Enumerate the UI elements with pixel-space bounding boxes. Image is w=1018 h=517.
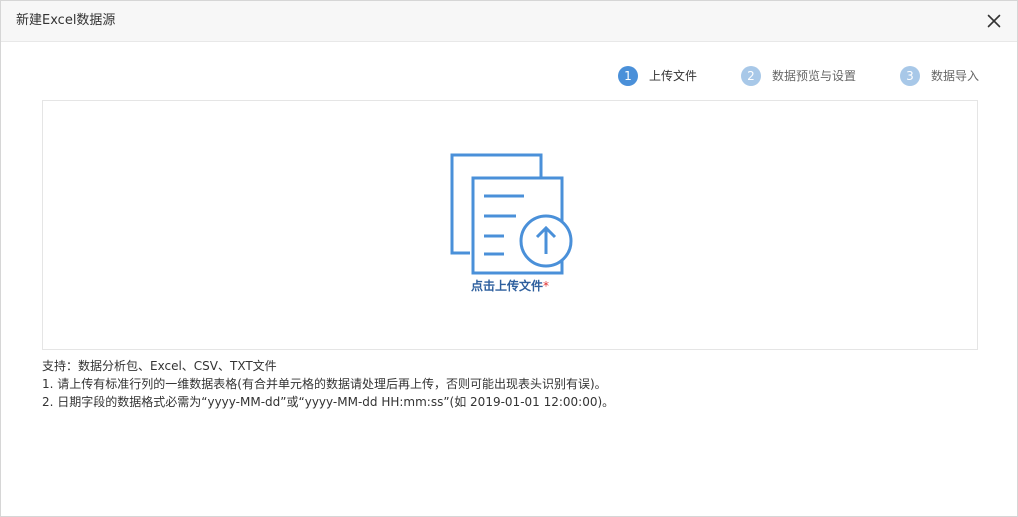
file-upload-icon: [450, 153, 573, 275]
table-format-rule: 1. 请上传有标准行列的一维数据表格(有合并单元格的数据请处理后再上传，否则可能…: [42, 377, 607, 391]
supported-formats-note: 支持：数据分析包、Excel、CSV、TXT文件: [42, 359, 277, 373]
step-data-preview-settings: 2 数据预览与设置: [741, 65, 856, 87]
required-mark: *: [543, 279, 549, 293]
step-label: 数据导入: [931, 69, 980, 83]
close-icon: [987, 14, 1001, 28]
wizard-steps: 1 上传文件 2 数据预览与设置 3 数据导入: [1, 65, 1017, 87]
new-excel-datasource-dialog: 新建Excel数据源 1 上传文件 2 数据预览与设置 3 数据导入 点击上传文…: [0, 0, 1018, 517]
step-number: 3: [900, 66, 920, 86]
dialog-header: 新建Excel数据源: [1, 1, 1017, 42]
close-button[interactable]: [983, 10, 1005, 32]
file-upload-dropzone[interactable]: 点击上传文件*: [42, 100, 978, 350]
dialog-title: 新建Excel数据源: [16, 13, 116, 28]
upload-notes: 支持：数据分析包、Excel、CSV、TXT文件 1. 请上传有标准行列的一维数…: [42, 358, 982, 412]
step-number: 2: [741, 66, 761, 86]
step-upload-file: 1 上传文件: [618, 65, 697, 87]
step-data-import: 3 数据导入: [900, 65, 979, 87]
step-label: 上传文件: [649, 69, 698, 83]
step-label: 数据预览与设置: [772, 69, 857, 83]
upload-file-label: 点击上传文件: [470, 279, 543, 293]
upload-file-link[interactable]: 点击上传文件*: [43, 277, 977, 294]
date-format-rule: 2. 日期字段的数据格式必需为“yyyy-MM-dd”或“yyyy-MM-dd …: [42, 395, 615, 409]
step-number: 1: [618, 66, 638, 86]
